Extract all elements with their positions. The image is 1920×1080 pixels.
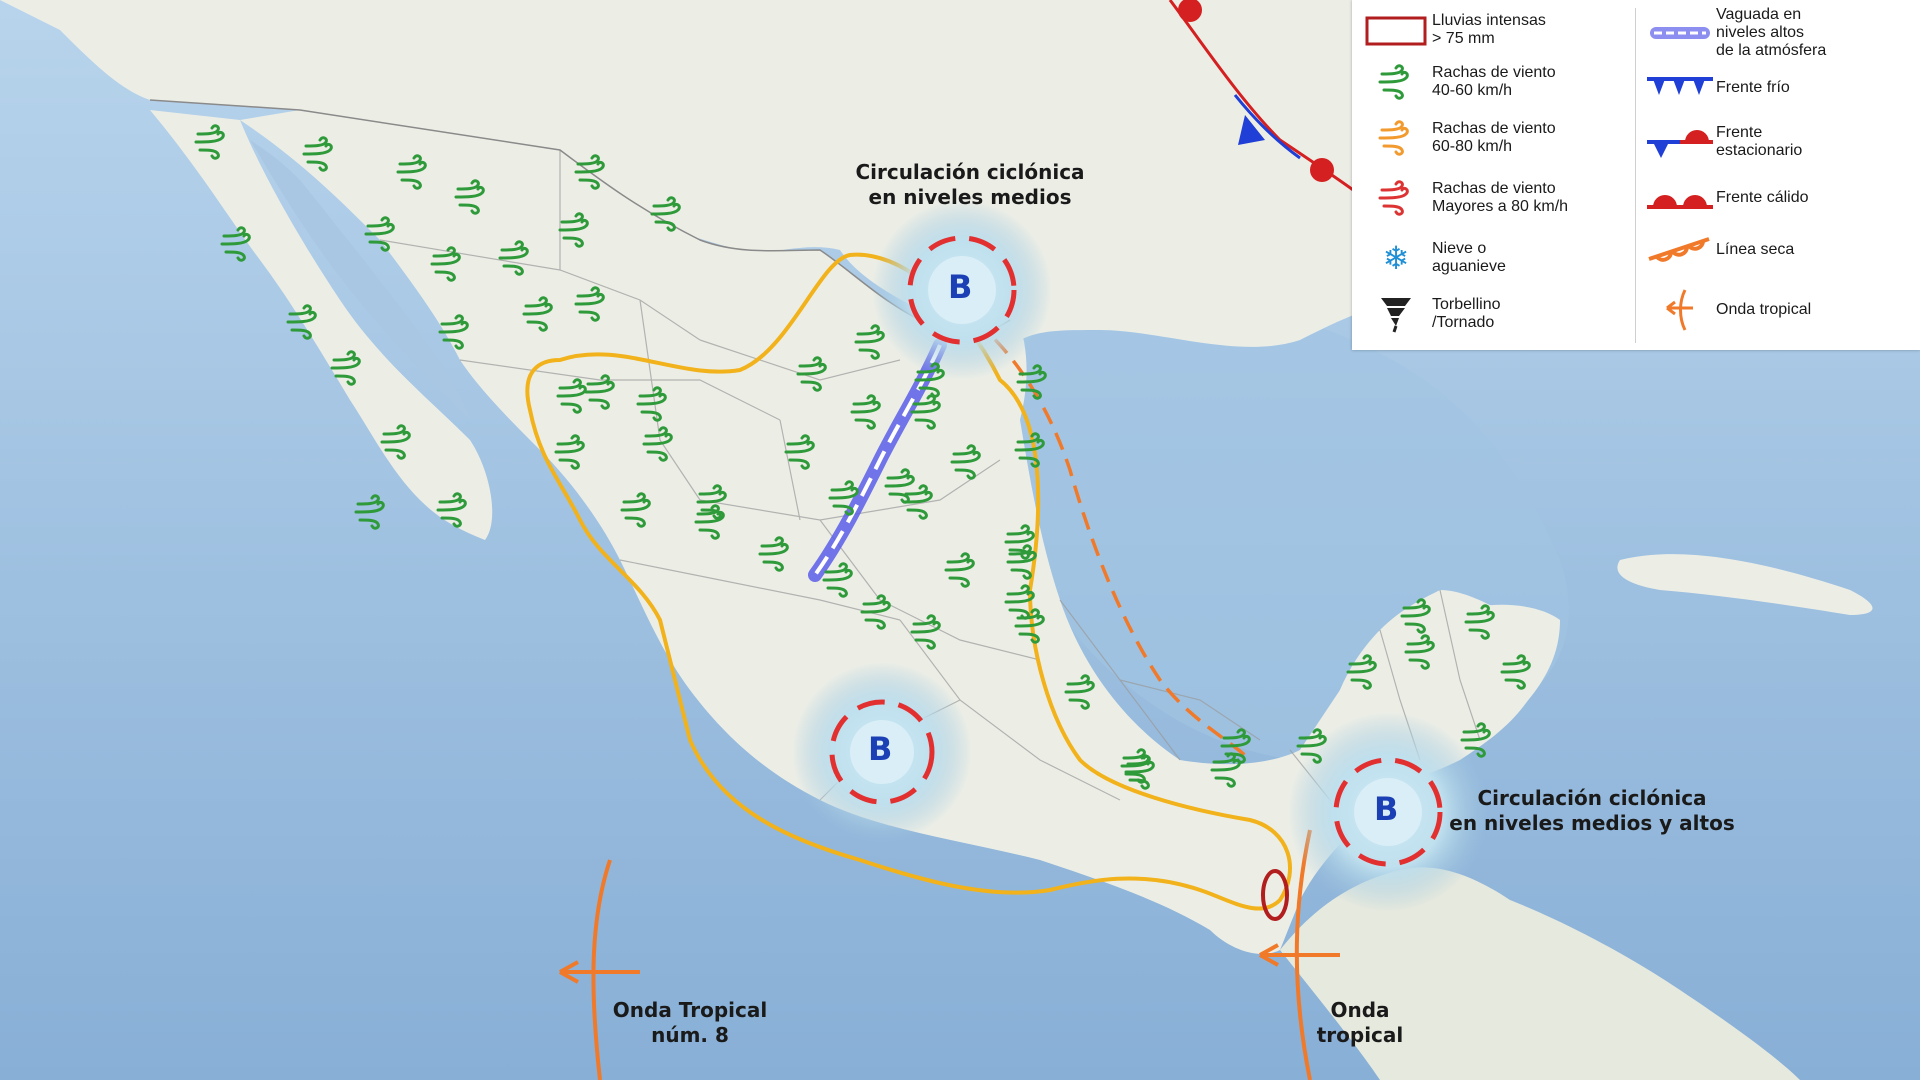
label-circulation-mid: Circulación ciclónica en niveles medios <box>855 160 1085 209</box>
legend-label: Frente cálido <box>1716 189 1809 206</box>
label-tropical-wave-8: Onda Tropical núm. 8 <box>612 998 768 1047</box>
legend-item-stationary-front: Frente estacionario <box>1644 120 1802 164</box>
legend-label: Frente estacionario <box>1716 124 1803 159</box>
legend-item-tropical-wave: Onda tropical <box>1644 288 1811 332</box>
upper-trough-icon <box>1644 11 1716 55</box>
legend-item-tornado: Torbellino /Tornado <box>1360 292 1500 336</box>
snowflake-icon: ❄ <box>1382 240 1410 276</box>
tropical-wave-icon <box>1644 288 1716 332</box>
legend-label: Rachas de viento 40-60 km/h <box>1432 64 1556 99</box>
legend-label: Frente frío <box>1716 79 1790 96</box>
label-circulation-mid-high: Circulación ciclónica en niveles medios … <box>1449 786 1735 835</box>
cold-front-icon <box>1644 66 1716 110</box>
stationary-front-icon <box>1644 120 1716 164</box>
legend-label: Rachas de viento Mayores a 80 km/h <box>1432 180 1569 215</box>
dry-line-icon <box>1644 228 1716 272</box>
legend-item-dry-line: Línea seca <box>1644 228 1794 272</box>
low-letter-east: B <box>1374 790 1399 828</box>
legend-item-warm-front: Frente cálido <box>1644 176 1809 220</box>
legend-item-heavy-rain: Lluvias intensas > 75 mm <box>1360 8 1546 52</box>
legend-label: Lluvias intensas > 75 mm <box>1432 12 1546 47</box>
wind-green-icon <box>1360 60 1432 104</box>
legend-label: Línea seca <box>1716 241 1795 258</box>
legend-item-wind-80: Rachas de viento Mayores a 80 km/h <box>1360 176 1568 220</box>
legend-label: Onda tropical <box>1716 301 1812 318</box>
rain-area-icon <box>1360 8 1432 52</box>
wind-orange-icon <box>1360 116 1432 160</box>
legend-divider <box>1635 8 1636 343</box>
legend-item-snow: ❄ Nieve o aguanieve <box>1360 236 1506 280</box>
legend-item-wind-60-80: Rachas de viento 60-80 km/h <box>1360 116 1556 160</box>
legend-label: Nieve o aguanieve <box>1432 240 1506 275</box>
label-tropical-wave: Onda tropical <box>1316 998 1404 1047</box>
warm-front-icon <box>1644 176 1716 220</box>
wind-red-icon <box>1360 176 1432 220</box>
legend-label: Rachas de viento 60-80 km/h <box>1432 120 1556 155</box>
legend-panel: Lluvias intensas > 75 mm Rachas de vient… <box>1352 0 1920 350</box>
legend-item-cold-front: Frente frío <box>1644 66 1790 110</box>
legend-item-wind-40-60: Rachas de viento 40-60 km/h <box>1360 60 1556 104</box>
low-letter-north: B <box>948 268 973 306</box>
legend-label: Vaguada en niveles altos de la atmósfera <box>1716 6 1827 59</box>
low-letter-west: B <box>868 730 893 768</box>
warm-front-bump <box>1310 158 1334 182</box>
legend-item-upper-trough: Vaguada en niveles altos de la atmósfera <box>1644 6 1826 60</box>
legend-label: Torbellino /Tornado <box>1432 296 1501 331</box>
tornado-icon <box>1360 292 1432 336</box>
